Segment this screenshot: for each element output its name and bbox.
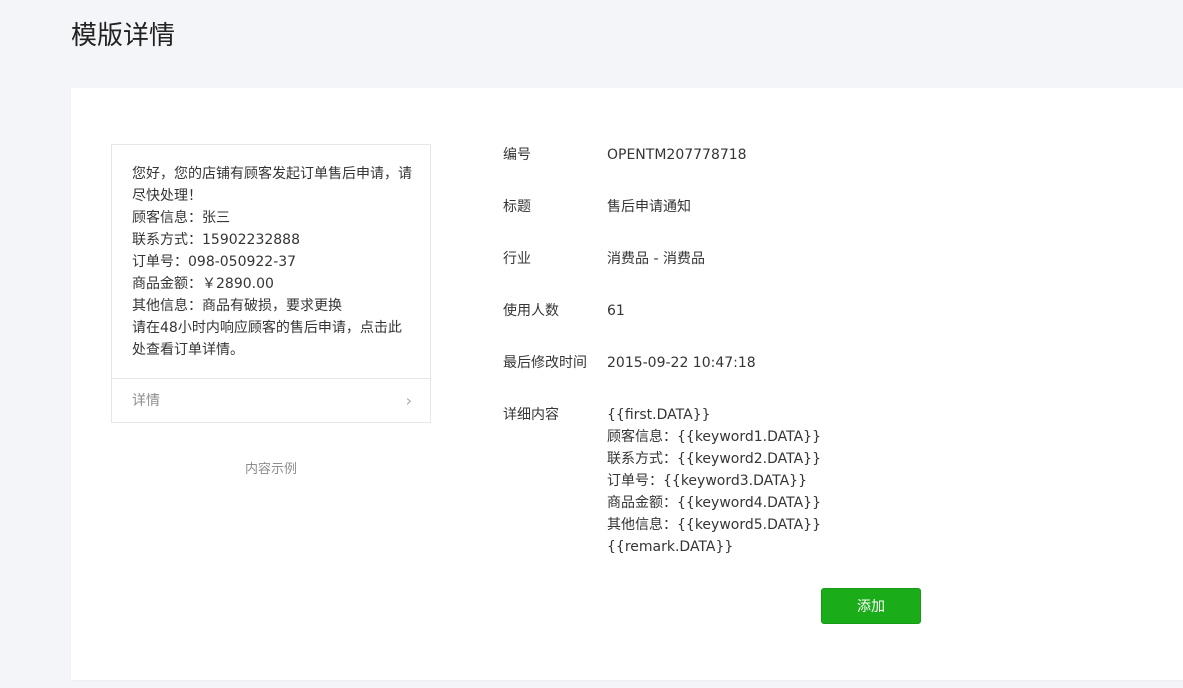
info-label: 行业 [503, 251, 531, 267]
info-row-id: 编号 OPENTM207778718 [503, 144, 1163, 196]
content-line: 其他信息：{{keyword5.DATA}} [607, 517, 821, 533]
content-line: 顾客信息：{{keyword1.DATA}} [607, 429, 821, 445]
content-line: 联系方式：{{keyword2.DATA}} [607, 451, 821, 467]
info-row-title: 标题 售后申请通知 [503, 196, 1163, 248]
page-title: 模版详情 [71, 21, 176, 51]
preview-caption: 内容示例 [244, 462, 297, 477]
chevron-right-icon: › [405, 391, 412, 410]
info-label: 编号 [503, 147, 531, 163]
info-label: 使用人数 [503, 303, 559, 319]
info-label: 最后修改时间 [503, 355, 587, 371]
info-value: 2015-09-22 10:47:18 [607, 355, 756, 371]
template-info: 编号 OPENTM207778718 标题 售后申请通知 行业 消费品 - 消费… [503, 144, 1163, 555]
info-label: 详细内容 [503, 407, 559, 423]
preview-line: 其他信息：商品有破损，要求更换 [132, 298, 342, 314]
preview-line: 请在48小时内响应顾客的售后申请，点击此 [132, 320, 402, 336]
preview-detail-link[interactable]: 详情 › [112, 379, 430, 423]
preview-line: 顾客信息：张三 [132, 210, 230, 226]
content-line: {{first.DATA}} [607, 407, 711, 423]
preview-line: 尽快处理！ [132, 188, 202, 204]
template-content: {{first.DATA}} 顾客信息：{{keyword1.DATA}} 联系… [607, 404, 821, 558]
preview-line: 订单号：098-050922-37 [132, 254, 297, 270]
info-value: OPENTM207778718 [607, 147, 747, 163]
info-value: 消费品 - 消费品 [607, 251, 705, 267]
content-line: 订单号：{{keyword3.DATA}} [607, 473, 807, 489]
info-label: 标题 [503, 199, 531, 215]
preview-line: 商品金额：￥2890.00 [132, 276, 274, 292]
template-detail-panel: 您好，您的店铺有顾客发起订单售后申请，请 尽快处理！ 顾客信息：张三 联系方式：… [71, 88, 1183, 680]
info-row-usage-count: 使用人数 61 [503, 300, 1163, 352]
preview-line: 处查看订单详情。 [132, 342, 244, 358]
preview-detail-label: 详情 [132, 393, 160, 409]
info-value: 61 [607, 303, 625, 319]
add-button[interactable]: 添加 [821, 588, 921, 624]
content-line: {{remark.DATA}} [607, 539, 734, 555]
message-preview-body: 您好，您的店铺有顾客发起订单售后申请，请 尽快处理！ 顾客信息：张三 联系方式：… [112, 145, 430, 379]
info-value: 售后申请通知 [607, 199, 691, 215]
info-row-last-modified: 最后修改时间 2015-09-22 10:47:18 [503, 352, 1163, 404]
preview-line: 您好，您的店铺有顾客发起订单售后申请，请 [132, 166, 412, 182]
preview-line: 联系方式：15902232888 [132, 232, 300, 248]
info-row-industry: 行业 消费品 - 消费品 [503, 248, 1163, 300]
content-line: 商品金额：{{keyword4.DATA}} [607, 495, 821, 511]
message-preview-card: 您好，您的店铺有顾客发起订单售后申请，请 尽快处理！ 顾客信息：张三 联系方式：… [111, 144, 431, 423]
